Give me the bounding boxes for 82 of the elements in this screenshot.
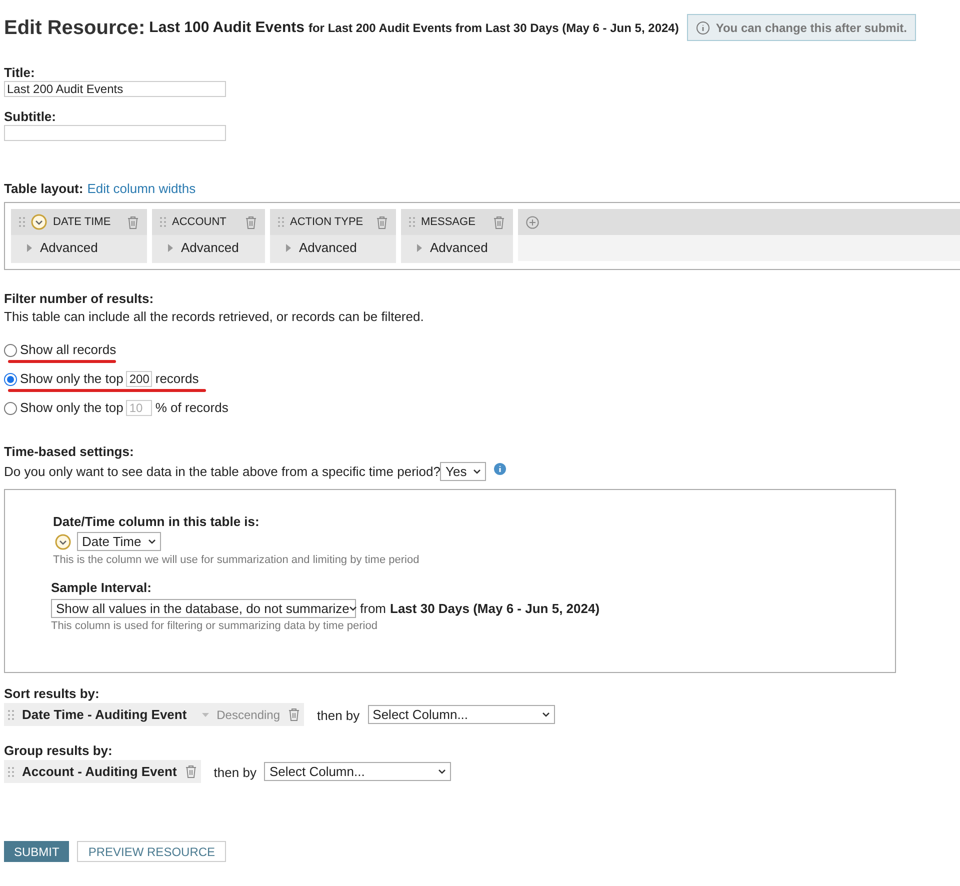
- column-name: ACCOUNT: [172, 215, 226, 230]
- radio-label: Show only the top: [20, 371, 124, 387]
- preview-button[interactable]: PREVIEW RESOURCE: [77, 841, 226, 862]
- submit-button[interactable]: SUBMIT: [4, 841, 70, 862]
- expand-arrow-icon[interactable]: [168, 244, 173, 252]
- caret-icon: [349, 606, 358, 612]
- drag-handle-icon[interactable]: [8, 710, 14, 720]
- column-name: ACTION TYPE: [290, 215, 364, 230]
- info-note: You can change this after submit.: [686, 14, 916, 41]
- column-card[interactable]: ACTION TYPE Advanced: [270, 209, 396, 263]
- edit-column-widths-link[interactable]: Edit column widths: [87, 181, 196, 197]
- column-card[interactable]: ACCOUNT Advanced: [152, 209, 265, 263]
- field-label: Subtitle:: [4, 109, 57, 125]
- field-label: Title:: [4, 65, 36, 81]
- section-label: Sort results by:: [4, 686, 100, 702]
- section-label: Time-based settings:: [4, 444, 135, 460]
- expand-arrow-icon[interactable]: [27, 244, 32, 252]
- radio-label: Show all records: [20, 342, 116, 358]
- then-by-select[interactable]: Select Column...: [368, 705, 555, 724]
- column-name: DATE TIME: [53, 215, 111, 230]
- trash-icon[interactable]: [376, 216, 388, 228]
- caret-icon: [542, 712, 550, 718]
- drag-handle-icon[interactable]: [8, 766, 14, 776]
- radio-button[interactable]: [4, 344, 17, 356]
- trash-icon[interactable]: [288, 708, 300, 721]
- radio-label: % of records: [155, 400, 228, 416]
- section-label: Group results by:: [4, 743, 114, 759]
- section-label: Filter number of results:: [4, 291, 155, 307]
- from-label: from: [360, 600, 386, 616]
- chevron-circle-icon: [55, 534, 71, 550]
- drag-handle-icon[interactable]: [409, 217, 415, 227]
- section-description: This table can include all the records retrieved, or records can be filtered.: [4, 309, 425, 325]
- sample-interval-select[interactable]: Show all values in the database, do not summarize: [51, 599, 356, 618]
- column-name: MESSAGE: [421, 215, 476, 230]
- sort-column: Date Time - Auditing Event: [22, 706, 187, 722]
- section-label: Table layout:: [4, 181, 84, 197]
- field-label: Date/Time column in this table is:: [53, 514, 260, 530]
- expand-arrow-icon[interactable]: [286, 244, 291, 252]
- drag-handle-icon[interactable]: [160, 217, 166, 227]
- advanced-toggle[interactable]: Advanced: [181, 240, 239, 256]
- info-icon[interactable]: [494, 462, 506, 474]
- advanced-toggle[interactable]: Advanced: [430, 240, 488, 256]
- group-column: Account - Auditing Event: [22, 764, 177, 780]
- trash-icon[interactable]: [127, 216, 139, 228]
- page-title: Edit Resource:: [4, 20, 146, 36]
- trash-icon[interactable]: [245, 216, 257, 228]
- advanced-toggle[interactable]: Advanced: [40, 240, 98, 256]
- time-question: Do you only want to see data in the table above from a specific time period?: [4, 464, 440, 480]
- trash-icon[interactable]: [184, 765, 197, 778]
- caret-icon: [438, 768, 446, 774]
- caret-icon: [473, 468, 482, 474]
- info-icon: [696, 20, 710, 34]
- field-label: Sample Interval:: [51, 580, 152, 596]
- then-by-label: then by: [317, 708, 360, 724]
- subtitle-field[interactable]: [4, 125, 226, 141]
- caret-icon: [202, 712, 209, 716]
- time-period: Last 30 Days (May 6 - Jun 5, 2024): [390, 600, 600, 616]
- trash-icon[interactable]: [493, 216, 505, 228]
- field-hint: This column is used for filtering or summarizing data by time period: [51, 619, 378, 634]
- column-card[interactable]: DATE TIME Advanced: [11, 209, 147, 263]
- count-field[interactable]: 200: [126, 371, 152, 387]
- field-hint: This is the column we will use for summarization and limiting by time period: [53, 553, 420, 568]
- radio-button[interactable]: [4, 372, 17, 386]
- radio-label: records: [155, 371, 199, 387]
- radio-label: Show only the top: [20, 400, 124, 416]
- chevron-circle-icon: [31, 214, 47, 230]
- column-card[interactable]: MESSAGE Advanced: [401, 209, 513, 263]
- drag-handle-icon[interactable]: [19, 217, 25, 227]
- then-by-label: then by: [214, 765, 256, 781]
- date-time-select[interactable]: Date Time: [77, 532, 161, 551]
- add-column-icon[interactable]: [526, 216, 539, 228]
- yes-no-select[interactable]: Yes: [440, 462, 486, 481]
- drag-handle-icon[interactable]: [278, 217, 284, 227]
- resource-subtitle: for Last 200 Audit Events from Last 30 Days (May 6 - Jun 5, 2024): [308, 20, 679, 36]
- advanced-toggle[interactable]: Advanced: [299, 240, 357, 256]
- sort-item[interactable]: Date Time - Auditing Event Descending: [4, 703, 304, 726]
- then-by-select[interactable]: Select Column...: [264, 762, 452, 781]
- title-field[interactable]: Last 200 Audit Events: [4, 81, 226, 97]
- resource-name: Last 100 Audit Events: [149, 20, 304, 36]
- caret-icon: [148, 538, 156, 544]
- group-item[interactable]: Account - Auditing Event: [4, 760, 201, 783]
- expand-arrow-icon[interactable]: [417, 244, 422, 252]
